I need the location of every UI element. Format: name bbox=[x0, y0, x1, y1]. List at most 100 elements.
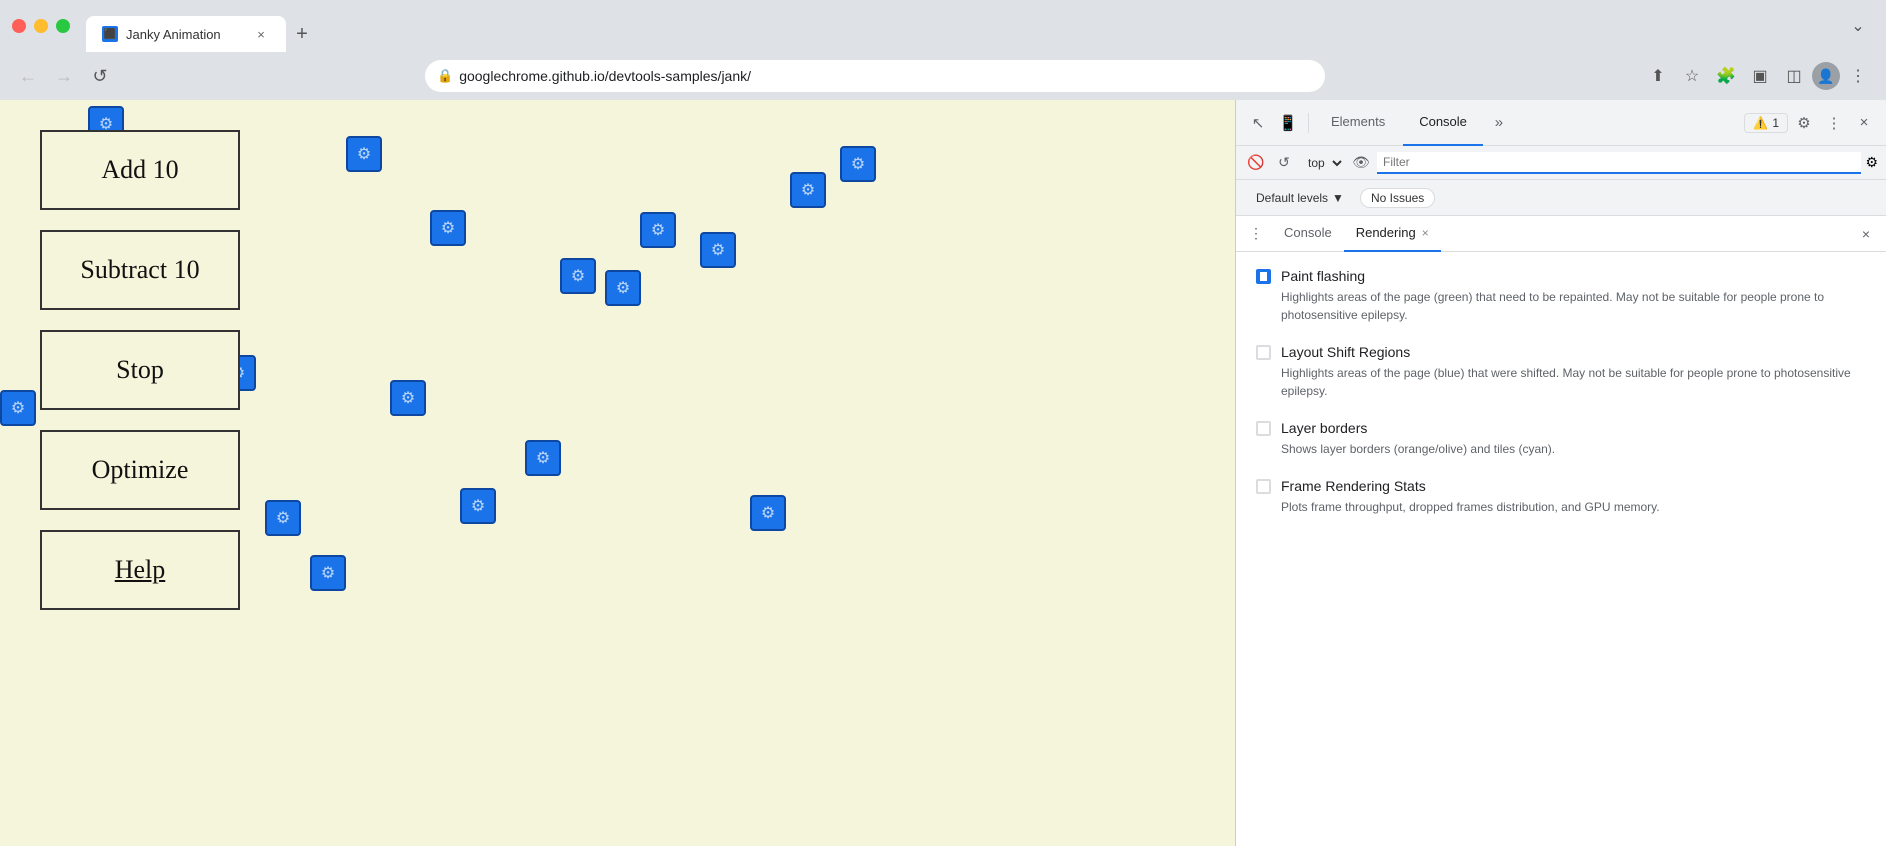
browser-menu-icon[interactable]: ⋮ bbox=[1842, 60, 1874, 92]
help-button[interactable]: Help bbox=[40, 530, 240, 610]
browser-window: ⬛ Janky Animation × + ⌄ ← → ↺ 🔒 googlech… bbox=[0, 0, 1886, 846]
subtract-10-button[interactable]: Subtract 10 bbox=[40, 230, 240, 310]
default-levels-dropdown[interactable]: Default levels ▼ bbox=[1248, 189, 1352, 207]
bookmark-icon[interactable]: ☆ bbox=[1676, 60, 1708, 92]
new-tab-button[interactable]: + bbox=[286, 18, 318, 50]
cast-icon[interactable]: ▣ bbox=[1744, 60, 1776, 92]
console-frame-select[interactable]: top bbox=[1300, 153, 1345, 173]
layout-shift-option: Layout Shift Regions Highlights areas of… bbox=[1256, 344, 1866, 400]
animated-box-13 bbox=[525, 440, 561, 476]
devtools-device-icon[interactable]: 📱 bbox=[1274, 109, 1302, 137]
dropdown-arrow-icon: ▼ bbox=[1332, 191, 1344, 205]
optimize-button[interactable]: Optimize bbox=[40, 430, 240, 510]
refresh-button[interactable]: ↺ bbox=[84, 60, 116, 92]
rendering-tab-rendering[interactable]: Rendering × bbox=[1344, 216, 1441, 252]
maximize-traffic-light[interactable] bbox=[56, 19, 70, 33]
url-text: googlechrome.github.io/devtools-samples/… bbox=[459, 68, 1313, 84]
animated-box-17 bbox=[310, 555, 346, 591]
devtools-close-button[interactable]: × bbox=[1850, 109, 1878, 137]
warning-icon: ⚠️ bbox=[1753, 116, 1768, 130]
frame-rendering-stats-label: Frame Rendering Stats bbox=[1281, 478, 1866, 494]
address-bar[interactable]: 🔒 googlechrome.github.io/devtools-sample… bbox=[425, 60, 1325, 92]
layout-shift-checkbox[interactable] bbox=[1256, 345, 1271, 360]
animated-box-15 bbox=[750, 495, 786, 531]
rendering-tab-menu-icon[interactable]: ⋮ bbox=[1244, 222, 1268, 246]
console-refresh-button[interactable]: ↺ bbox=[1272, 151, 1296, 175]
animated-box-3 bbox=[840, 146, 876, 182]
rendering-tab-console[interactable]: Console bbox=[1272, 216, 1344, 252]
layer-borders-label: Layer borders bbox=[1281, 420, 1866, 436]
warning-count: 1 bbox=[1772, 116, 1779, 130]
tab-favicon: ⬛ bbox=[102, 26, 118, 42]
close-traffic-light[interactable] bbox=[12, 19, 26, 33]
devtools-cursor-icon[interactable]: ↖ bbox=[1244, 109, 1272, 137]
rendering-content: Paint flashing Highlights areas of the p… bbox=[1236, 252, 1886, 846]
rendering-console-label: Console bbox=[1284, 225, 1332, 240]
animated-box-16 bbox=[265, 500, 301, 536]
console-filter-input[interactable] bbox=[1377, 152, 1861, 174]
layer-borders-option: Layer borders Shows layer borders (orang… bbox=[1256, 420, 1866, 458]
devtools-tab-elements[interactable]: Elements bbox=[1315, 100, 1401, 146]
share-icon[interactable]: ⬆ bbox=[1642, 60, 1674, 92]
console-clear-button[interactable]: 🚫 bbox=[1244, 151, 1268, 175]
frame-rendering-stats-body: Frame Rendering Stats Plots frame throug… bbox=[1281, 478, 1866, 516]
paint-flashing-checkbox[interactable] bbox=[1256, 269, 1271, 284]
extensions-icon[interactable]: 🧩 bbox=[1710, 60, 1742, 92]
console-eye-icon[interactable]: 👁 bbox=[1349, 151, 1373, 175]
paint-flashing-option: Paint flashing Highlights areas of the p… bbox=[1256, 268, 1866, 324]
layer-borders-body: Layer borders Shows layer borders (orang… bbox=[1281, 420, 1866, 458]
paint-flashing-label: Paint flashing bbox=[1281, 268, 1866, 284]
page-buttons: Add 10 Subtract 10 Stop Optimize Help bbox=[40, 130, 240, 610]
back-button[interactable]: ← bbox=[12, 60, 44, 92]
layer-borders-description: Shows layer borders (orange/olive) and t… bbox=[1281, 440, 1866, 458]
console-filter-settings-icon[interactable]: ⚙ bbox=[1865, 154, 1878, 171]
animated-box-6 bbox=[560, 258, 596, 294]
animated-box-14 bbox=[460, 488, 496, 524]
forward-button[interactable]: → bbox=[48, 60, 80, 92]
frame-rendering-stats-description: Plots frame throughput, dropped frames d… bbox=[1281, 498, 1866, 516]
devtools-main-toolbar: ↖ 📱 Elements Console » ⚠️ 1 ⚙ ⋮ × bbox=[1236, 100, 1886, 146]
layout-shift-label: Layout Shift Regions bbox=[1281, 344, 1866, 360]
window-controls: ⌄ bbox=[1842, 10, 1874, 42]
animated-box-2 bbox=[346, 136, 382, 172]
paint-flashing-body: Paint flashing Highlights areas of the p… bbox=[1281, 268, 1866, 324]
animated-box-8 bbox=[700, 232, 736, 268]
devtools-console-toolbar: 🚫 ↺ top 👁 ⚙ bbox=[1236, 146, 1886, 180]
animated-box-4 bbox=[430, 210, 466, 246]
layer-borders-checkbox[interactable] bbox=[1256, 421, 1271, 436]
devtools-panel: ↖ 📱 Elements Console » ⚠️ 1 ⚙ ⋮ × 🚫 ↺ bbox=[1236, 100, 1886, 846]
devtools-more-tabs-button[interactable]: » bbox=[1485, 109, 1513, 137]
devtools-menu-button[interactable]: ⋮ bbox=[1820, 109, 1848, 137]
devtools-tab-console[interactable]: Console bbox=[1403, 100, 1483, 146]
toolbar-separator-1 bbox=[1308, 113, 1309, 133]
split-icon[interactable]: ◫ bbox=[1778, 60, 1810, 92]
stop-button[interactable]: Stop bbox=[40, 330, 240, 410]
minimize-traffic-light[interactable] bbox=[34, 19, 48, 33]
traffic-lights bbox=[12, 19, 70, 33]
add-10-button[interactable]: Add 10 bbox=[40, 130, 240, 210]
window-chevron-button[interactable]: ⌄ bbox=[1842, 10, 1874, 42]
main-area: Add 10 Subtract 10 Stop Optimize Help bbox=[0, 100, 1886, 846]
frame-rendering-stats-checkbox[interactable] bbox=[1256, 479, 1271, 494]
animated-box-12 bbox=[390, 380, 426, 416]
rendering-tab-close-icon[interactable]: × bbox=[1422, 226, 1429, 240]
tab-title: Janky Animation bbox=[126, 27, 244, 42]
devtools-settings-button[interactable]: ⚙ bbox=[1790, 109, 1818, 137]
address-bar-row: ← → ↺ 🔒 googlechrome.github.io/devtools-… bbox=[0, 52, 1886, 100]
console-levels-row: Default levels ▼ No Issues bbox=[1236, 180, 1886, 216]
no-issues-button[interactable]: No Issues bbox=[1360, 188, 1435, 208]
tab-bar: ⬛ Janky Animation × + bbox=[86, 0, 1834, 52]
devtools-warning-badge[interactable]: ⚠️ 1 bbox=[1744, 113, 1788, 133]
animated-box-7 bbox=[605, 270, 641, 306]
paint-flashing-description: Highlights areas of the page (green) tha… bbox=[1281, 288, 1866, 324]
profile-icon[interactable]: 👤 bbox=[1812, 62, 1840, 90]
tab-close-button[interactable]: × bbox=[252, 25, 270, 43]
lock-icon: 🔒 bbox=[437, 68, 453, 84]
rendering-tabs-bar: ⋮ Console Rendering × × bbox=[1236, 216, 1886, 252]
animated-box-5 bbox=[640, 212, 676, 248]
layout-shift-description: Highlights areas of the page (blue) that… bbox=[1281, 364, 1866, 400]
layout-shift-body: Layout Shift Regions Highlights areas of… bbox=[1281, 344, 1866, 400]
close-all-tabs-icon[interactable]: × bbox=[1854, 222, 1878, 246]
active-tab[interactable]: ⬛ Janky Animation × bbox=[86, 16, 286, 52]
default-levels-label: Default levels bbox=[1256, 191, 1328, 205]
